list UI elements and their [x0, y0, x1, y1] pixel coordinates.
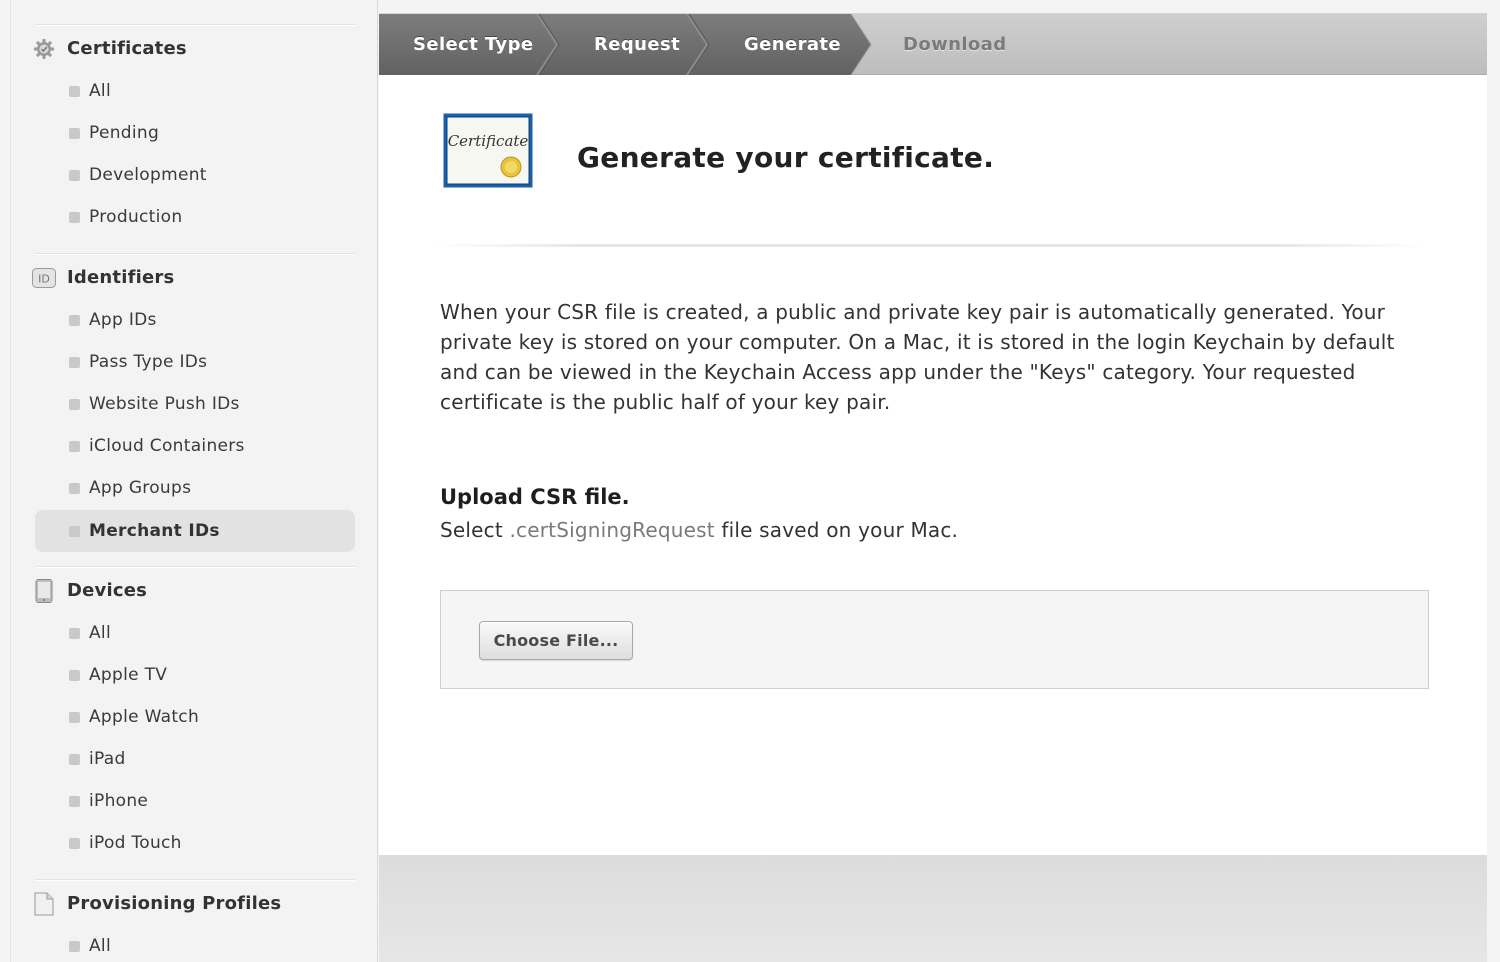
sidebar-item-label: App Groups [89, 478, 192, 498]
sidebar-item-label: Apple Watch [89, 707, 200, 727]
sidebar-item-website-push-ids[interactable]: Website Push IDs [35, 383, 355, 425]
sidebar-item-app-ids[interactable]: App IDs [35, 299, 355, 341]
sidebar-item-label: iPod Touch [89, 833, 182, 853]
page-title: Generate your certificate. [577, 141, 995, 174]
sidebar-heading-label: Certificates [67, 38, 187, 59]
bullet-icon [69, 670, 80, 681]
upload-instruction: Select .certSigningRequest file saved on… [440, 515, 958, 545]
sidebar-heading-certificates[interactable]: Certificates [11, 29, 379, 69]
sidebar-item-label: Pending [89, 123, 160, 143]
sidebar-item-label: iCloud Containers [89, 436, 245, 456]
instruction-prefix: Select [440, 518, 503, 542]
bullet-icon [69, 754, 80, 765]
choose-file-button[interactable]: Choose File... [479, 621, 633, 660]
file-extension-text: .certSigningRequest [509, 518, 715, 542]
sidebar-item-label: All [89, 81, 111, 101]
sidebar-heading-label: Identifiers [67, 267, 175, 288]
sidebar-heading-provisioning-profiles[interactable]: Provisioning Profiles [11, 884, 379, 924]
document-icon [32, 892, 56, 916]
sidebar-divider [35, 879, 355, 881]
sidebar-divider [35, 24, 355, 26]
content-area: Certificate Generate your certificate. W… [379, 75, 1487, 855]
sidebar-item-label: Production [89, 207, 183, 227]
bullet-icon [69, 941, 80, 952]
bullet-icon [69, 86, 80, 97]
sidebar-item-pending[interactable]: Pending [35, 112, 355, 154]
sidebar-item-label: Pass Type IDs [89, 352, 208, 372]
bullet-icon [69, 315, 80, 326]
sidebar-item-label: iPhone [89, 791, 149, 811]
step-select-type: Select Type [413, 34, 534, 55]
top-strip [379, 0, 1487, 14]
svg-text:ID: ID [38, 273, 50, 286]
sidebar-item-iphone[interactable]: iPhone [35, 780, 355, 822]
svg-text:Certificate: Certificate [448, 132, 529, 150]
bullet-icon [69, 212, 80, 223]
upload-heading: Upload CSR file. [440, 485, 630, 509]
sidebar-item-label: App IDs [89, 310, 157, 330]
step-generate: Generate [744, 34, 842, 55]
bullet-icon [69, 128, 80, 139]
sidebar-item-label: Development [89, 165, 207, 185]
sidebar: Certificates All Pending Development Pro… [10, 0, 378, 962]
bullet-icon [69, 399, 80, 410]
sidebar-item-label: Apple TV [89, 665, 168, 685]
title-divider [434, 244, 1424, 247]
sidebar-item-label: All [89, 936, 111, 956]
sidebar-item-merchant-ids[interactable]: Merchant IDs [35, 510, 355, 552]
step-download: Download [903, 34, 1007, 55]
right-gutter [1487, 0, 1500, 962]
bullet-icon [69, 628, 80, 639]
sidebar-item-pass-type-ids[interactable]: Pass Type IDs [35, 341, 355, 383]
sidebar-divider [35, 253, 355, 255]
certificate-icon: Certificate [443, 113, 533, 188]
sidebar-item-apple-tv[interactable]: Apple TV [35, 654, 355, 696]
instruction-suffix: file saved on your Mac. [721, 518, 959, 542]
sidebar-item-certificates-all[interactable]: All [35, 70, 355, 112]
bullet-icon [69, 170, 80, 181]
bullet-icon [69, 483, 80, 494]
bullet-icon [69, 357, 80, 368]
bullet-icon [69, 712, 80, 723]
device-icon [32, 579, 56, 603]
description-text: When your CSR file is created, a public … [440, 300, 1395, 414]
sidebar-item-devices-all[interactable]: All [35, 612, 355, 654]
sidebar-item-label: Merchant IDs [89, 521, 220, 541]
bullet-icon [69, 796, 80, 807]
sidebar-item-app-groups[interactable]: App Groups [35, 467, 355, 509]
sidebar-heading-label: Provisioning Profiles [67, 893, 282, 914]
sidebar-item-production[interactable]: Production [35, 196, 355, 238]
bullet-icon [69, 526, 80, 537]
sidebar-divider [35, 566, 355, 568]
sidebar-item-label: All [89, 623, 111, 643]
step-progress-bar: Select Type Request Generate Download [379, 14, 1487, 75]
sidebar-item-profiles-all[interactable]: All [35, 925, 355, 962]
certificate-gear-icon [32, 37, 56, 61]
sidebar-heading-label: Devices [67, 580, 148, 601]
sidebar-item-apple-watch[interactable]: Apple Watch [35, 696, 355, 738]
footer-area [379, 855, 1487, 962]
sidebar-heading-identifiers[interactable]: ID Identifiers [11, 258, 379, 298]
sidebar-item-label: iPad [89, 749, 126, 769]
sidebar-item-development[interactable]: Development [35, 154, 355, 196]
bullet-icon [69, 441, 80, 452]
sidebar-item-label: Website Push IDs [89, 394, 240, 414]
bullet-icon [69, 838, 80, 849]
sidebar-item-ipad[interactable]: iPad [35, 738, 355, 780]
id-badge-icon: ID [32, 266, 56, 290]
sidebar-heading-devices[interactable]: Devices [11, 571, 379, 611]
main-panel: Select Type Request Generate Download Ce… [379, 0, 1487, 962]
sidebar-item-ipod-touch[interactable]: iPod Touch [35, 822, 355, 864]
upload-box: Choose File... [440, 590, 1429, 689]
step-request: Request [594, 34, 681, 55]
sidebar-item-icloud-containers[interactable]: iCloud Containers [35, 425, 355, 467]
